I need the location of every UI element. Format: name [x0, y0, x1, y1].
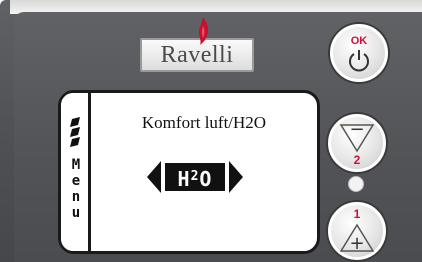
- plus-number: 1: [353, 207, 361, 221]
- minus-sign: −: [349, 119, 365, 140]
- ok-power-button[interactable]: OK: [330, 24, 388, 82]
- flame-icon: [198, 17, 209, 45]
- menu-letter-e: e: [71, 173, 81, 189]
- mode-indicator: H2O: [165, 163, 225, 191]
- menu-sidebar[interactable]: M e n u: [61, 93, 91, 251]
- minus-number: 2: [353, 153, 361, 167]
- plus-sign: +: [349, 233, 365, 254]
- mode-label-end: O: [199, 167, 213, 191]
- minus-button[interactable]: − 2: [328, 114, 386, 172]
- power-icon: [349, 50, 369, 72]
- triangle-left-icon: [147, 161, 161, 193]
- menu-letter-m: M: [71, 157, 81, 173]
- ok-label: OK: [350, 35, 368, 47]
- screen-title: Komfort luft/H2O: [141, 113, 267, 132]
- menu-bars-icon: [70, 117, 80, 147]
- plus-button[interactable]: 1 +: [328, 202, 386, 260]
- brand-logo: Ravelli: [140, 17, 254, 72]
- triangle-right-icon: [229, 161, 243, 193]
- lcd-display: M e n u Komfort luft/H2O H2O: [58, 90, 320, 254]
- control-panel: Ravelli M e n u Komfort luft/H2O H2O OK: [0, 0, 422, 262]
- menu-letter-u: u: [71, 205, 81, 221]
- menu-letter-n: n: [71, 189, 81, 205]
- status-led: [348, 176, 364, 192]
- mode-label-main: H: [177, 167, 191, 191]
